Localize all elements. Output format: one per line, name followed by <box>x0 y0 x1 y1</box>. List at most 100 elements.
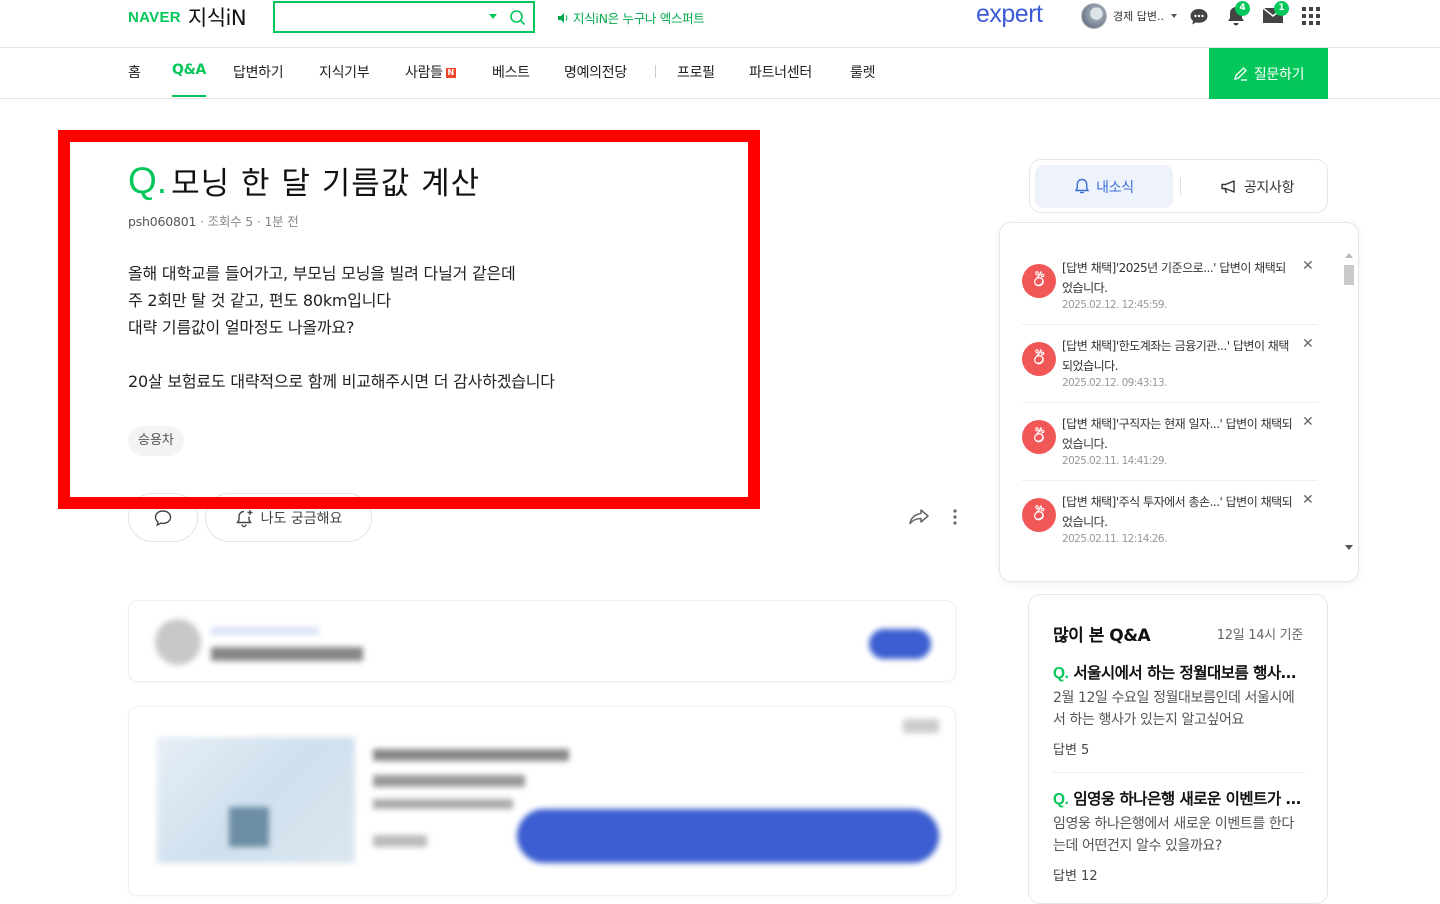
notification-button[interactable]: 4 <box>1226 1 1250 31</box>
question-mark-label: Q. <box>128 159 168 201</box>
blurred-image-detail <box>229 807 269 847</box>
site-logo[interactable]: NAVER 지식iN <box>128 2 247 32</box>
top-header: NAVER 지식iN 지식iN은 누구나 엑스퍼트 expert 경제 답변..… <box>0 0 1440 48</box>
question-title: Q. 모닝 한 달 기름값 계산 <box>128 158 480 203</box>
notification-item[interactable]: ඊ [답변 채택]'한도계좌는 금융기관...' 답변이 채택되었습니다. 20… <box>1022 334 1318 412</box>
question-body-line: 주 2회만 탈 것 같고, 편도 80km입니다 <box>128 291 391 310</box>
notification-time: 2025.02.11. 14:41:29. <box>1062 455 1167 467</box>
blurred-text <box>373 775 525 787</box>
me-too-curious-label: 나도 궁금해요 <box>260 510 343 527</box>
more-options-icon[interactable] <box>952 508 958 526</box>
popular-question[interactable]: Q.임영웅 하나은행 새로운 이벤트가 있나요? <box>1053 787 1305 809</box>
notification-badge: 4 <box>1235 1 1250 16</box>
notification-item[interactable]: ඊ [답변 채택]'구직자는 현재 일자...' 답변이 채택되었습니다. 20… <box>1022 412 1318 490</box>
pencil-icon <box>1233 67 1247 81</box>
bell-plus-icon <box>235 509 253 527</box>
popular-answer-count: 답변 5 <box>1053 743 1090 758</box>
question-author[interactable]: psh060801 <box>128 214 196 229</box>
blurred-button <box>869 629 931 659</box>
question-views: 조회수 5 <box>207 214 254 229</box>
notification-item[interactable]: ඊ [답변 채택]'2025년 기준으로...' 답변이 채택되었습니다. 20… <box>1022 256 1318 334</box>
expert-promo-link[interactable]: 지식iN은 누구나 엑스퍼트 <box>557 8 705 27</box>
popular-question-text: 임영웅 하나은행 새로운 이벤트가 있나요? <box>1073 790 1305 808</box>
notification-text: [답변 채택]'주식 투자에서 총손...' 답변이 채택되었습니다. <box>1062 495 1293 529</box>
tab-notice[interactable]: 공지사항 <box>1190 165 1324 208</box>
medal-icon: ඊ <box>1022 264 1056 298</box>
talk-icon[interactable] <box>1188 6 1210 28</box>
question-body: 올해 대학교를 들어가고, 부모님 모닝을 빌려 다닐거 같은데 주 2회만 탈… <box>128 260 728 395</box>
me-too-curious-button[interactable]: 나도 궁금해요 <box>205 493 372 542</box>
comment-button[interactable] <box>128 493 198 542</box>
blurred-text <box>373 749 569 761</box>
popular-question-text: 서울시에서 하는 정월대보름 행사가 있나요? <box>1073 664 1305 682</box>
nav-partner-center[interactable]: 파트너센터 <box>749 62 812 98</box>
popular-qna-item[interactable]: Q.서울시에서 하는 정월대보름 행사가 있나요? 2월 12일 수요일 정월대… <box>1053 661 1305 758</box>
nav-profile[interactable]: 프로필 <box>677 62 715 98</box>
nav-donation[interactable]: 지식기부 <box>319 62 370 98</box>
blurred-profile-card <box>128 600 956 682</box>
nav-qna[interactable]: Q&A <box>172 62 206 98</box>
question-meta: psh060801 · 조회수 5 · 1분 전 <box>128 211 299 230</box>
search-box <box>273 1 535 33</box>
nav-roulette[interactable]: 룰렛 <box>850 62 875 98</box>
popular-question-body: 2월 12일 수요일 정월대보름인데 서울시에서 하는 행사가 있는지 알고싶어… <box>1053 690 1295 728</box>
blurred-text <box>373 835 427 847</box>
expert-promo-text: 지식iN은 누구나 엑스퍼트 <box>573 11 705 26</box>
bell-icon <box>1074 178 1090 194</box>
popular-question[interactable]: Q.서울시에서 하는 정월대보름 행사가 있나요? <box>1053 661 1305 683</box>
search-dropdown-icon[interactable] <box>489 14 497 19</box>
mail-badge: 1 <box>1274 1 1289 16</box>
nav-people-label: 사람들 <box>405 65 443 81</box>
scroll-up-arrow-icon[interactable] <box>1345 253 1353 258</box>
user-menu[interactable]: 경제 답변.. <box>1081 3 1177 29</box>
question-title-text: 모닝 한 달 기름값 계산 <box>171 166 481 202</box>
blurred-text <box>373 799 513 809</box>
new-badge: N <box>445 68 456 78</box>
apps-grid-icon[interactable] <box>1302 7 1320 25</box>
popular-qna-item[interactable]: Q.임영웅 하나은행 새로운 이벤트가 있나요? 임영웅 하나은행에서 새로운 … <box>1053 787 1305 884</box>
expert-logo[interactable]: expert <box>976 0 1043 29</box>
notification-panel: ඊ [답변 채택]'2025년 기준으로...' 답변이 채택되었습니다. 20… <box>999 222 1359 582</box>
question-body-line: 올해 대학교를 들어가고, 부모님 모닝을 빌려 다닐거 같은데 <box>128 264 516 283</box>
notification-item[interactable]: ඊ [답변 채택]'주식 투자에서 총손...' 답변이 채택되었습니다. 20… <box>1022 490 1318 568</box>
notification-scrollbar[interactable] <box>1341 247 1355 557</box>
search-icon[interactable] <box>509 9 527 27</box>
speaker-icon <box>558 12 568 23</box>
blurred-ad-label <box>903 719 939 733</box>
avatar <box>1081 3 1107 29</box>
popular-qna-title: 많이 본 Q&A <box>1053 626 1151 646</box>
mail-button[interactable]: 1 <box>1262 1 1289 28</box>
share-icon[interactable] <box>908 507 930 527</box>
close-icon[interactable]: ✕ <box>1302 258 1314 274</box>
nav-hall-of-fame[interactable]: 명예의전당 <box>564 62 627 98</box>
popular-divider <box>1053 772 1305 773</box>
close-icon[interactable]: ✕ <box>1302 336 1314 352</box>
notification-divider <box>1022 402 1318 403</box>
popular-question-body: 임영웅 하나은행에서 새로운 이벤트를 한다는데 어떤건지 알수 있을까요? <box>1053 816 1294 854</box>
nav-home[interactable]: 홈 <box>128 62 141 98</box>
scroll-down-arrow-icon[interactable] <box>1345 545 1353 550</box>
tab-divider <box>1180 178 1181 195</box>
user-name: 경제 답변.. <box>1113 10 1164 23</box>
search-input[interactable] <box>275 3 475 31</box>
jisikin-logo[interactable]: 지식iN <box>188 2 247 32</box>
close-icon[interactable]: ✕ <box>1302 492 1314 508</box>
scroll-thumb[interactable] <box>1344 265 1354 285</box>
notification-time: 2025.02.12. 09:43:13. <box>1062 377 1167 389</box>
close-icon[interactable]: ✕ <box>1302 414 1314 430</box>
ask-question-button[interactable]: 질문하기 <box>1209 48 1328 99</box>
blurred-avatar <box>155 619 201 665</box>
popular-qna-box: 많이 본 Q&A 12일 14시 기준 Q. 서울시에서 하는 정월대보름 행사가… <box>1028 594 1328 904</box>
tab-my-news-label: 내소식 <box>1096 179 1134 196</box>
naver-logo[interactable]: NAVER <box>128 9 181 26</box>
nav-people[interactable]: 사람들 N <box>405 62 456 98</box>
question-tag[interactable]: 승용차 <box>128 426 184 456</box>
nav-answer[interactable]: 답변하기 <box>233 62 284 98</box>
nav-best[interactable]: 베스트 <box>492 62 530 98</box>
meta-separator: · <box>200 214 208 229</box>
nav-divider <box>655 65 656 78</box>
popular-answer-count: 답변 12 <box>1053 869 1098 884</box>
megaphone-icon <box>1221 179 1235 193</box>
notification-time: 2025.02.11. 12:14:26. <box>1062 533 1167 545</box>
tab-my-news[interactable]: 내소식 <box>1035 165 1173 208</box>
